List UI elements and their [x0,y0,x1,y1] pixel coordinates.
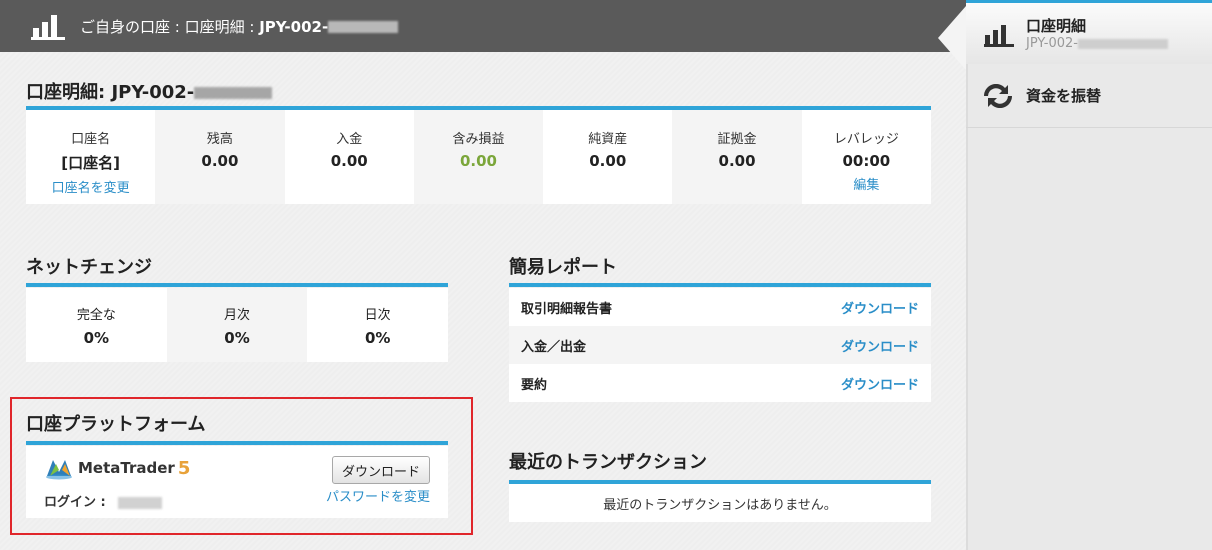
net-change-panel: 完全な 0% 月次 0% 日次 0% [26,288,448,362]
report-row-deposit-withdrawal: 入金／出金 ダウンロード [509,326,931,364]
account-name-value: [口座名] [61,154,120,172]
masked-account-number [1077,38,1168,49]
page-breadcrumb: ご自身の口座 : 口座明細 : JPY-002- [80,16,399,37]
net-change-title: ネットチェンジ [26,257,152,278]
sidebar-item-account-detail[interactable]: 口座明細 JPY-002- [938,0,1212,70]
bar-chart-icon [22,0,74,52]
recent-transactions-title: 最近のトランザクション [509,452,707,473]
net-change-total: 完全な 0% [76,308,116,347]
breadcrumb-prefix: ご自身の口座 : 口座明細 : [80,17,260,36]
change-account-name-link[interactable]: 口座名を変更 [52,177,130,196]
sidebar-item-label: 資金を振替 [1026,87,1102,105]
metatrader-logo-icon [46,460,72,480]
sidebar-item-subtitle: JPY-002- [1026,36,1168,51]
section-divider [26,283,448,287]
change-password-link[interactable]: パスワードを変更 [326,486,430,505]
masked-account-number [328,21,399,33]
account-platform-panel: MetaTrader 5 ログイン : ダウンロード パスワードを変更 [26,446,448,518]
masked-login-id [118,496,163,509]
main-content: 口座明細: JPY-002- 口座名 [口座名] 口座名を変更 残高 0.00 … [0,52,966,550]
download-link[interactable]: ダウンロード [841,336,919,355]
download-link[interactable]: ダウンロード [841,298,919,317]
summary-cell-margin: 証拠金 0.00 [672,110,802,204]
account-detail-title: 口座明細: JPY-002- [26,78,273,104]
download-link[interactable]: ダウンロード [841,374,919,393]
recent-transactions-empty: 最近のトランザクションはありません。 [509,484,931,522]
section-divider [26,441,448,445]
net-change-monthly: 月次 0% [166,288,308,362]
metatrader-logo: MetaTrader 5 [44,456,190,480]
edit-leverage-link[interactable]: 編集 [853,174,879,193]
simple-report-title: 簡易レポート [509,257,617,278]
right-sidebar: 口座明細 JPY-002- 資金を振替 [938,0,1212,550]
account-platform-title: 口座プラットフォーム [26,414,206,435]
report-row-summary: 要約 ダウンロード [509,364,931,402]
masked-account-number [194,87,273,99]
sidebar-item-label: 口座明細 [1026,17,1087,35]
report-row-trade-statement: 取引明細報告書 ダウンロード [509,288,931,326]
platform-download-button[interactable]: ダウンロード [332,456,430,484]
section-divider [509,283,931,287]
transfer-icon [984,83,1012,108]
login-info: ログイン : [44,491,163,510]
net-change-daily: 日次 0% [364,308,391,347]
summary-cell-deposit: 入金 0.00 [330,132,368,170]
account-summary-panel: 口座名 [口座名] 口座名を変更 残高 0.00 入金 0.00 含み損益 0.… [26,110,931,204]
summary-cell-account-name: 口座名 [口座名] 口座名を変更 [51,132,130,196]
top-header-bar: ご自身の口座 : 口座明細 : JPY-002- [0,0,966,52]
bar-chart-icon [984,25,1014,47]
summary-cell-balance: 残高 0.00 [155,110,285,204]
active-pointer [938,6,966,70]
summary-cell-leverage: レバレッジ 00:00 編集 [833,132,899,193]
sidebar-item-transfer-funds[interactable]: 資金を振替 [966,64,1212,128]
summary-cell-equity: 純資産 0.00 [588,132,628,170]
simple-report-list: 取引明細報告書 ダウンロード 入金／出金 ダウンロード 要約 ダウンロード [509,288,931,402]
breadcrumb-account-id: JPY-002- [259,17,329,36]
summary-cell-unrealized-pl: 含み損益 0.00 [413,110,544,204]
